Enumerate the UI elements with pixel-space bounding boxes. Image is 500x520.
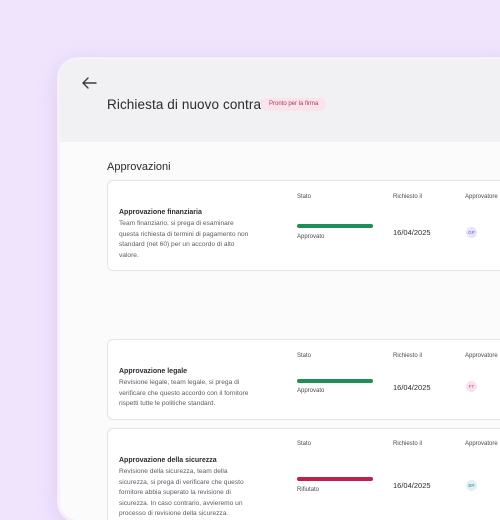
column-header-status: Stato: [297, 194, 312, 200]
column-header-status: Stato: [297, 353, 312, 359]
status-progress-bar: [297, 477, 373, 481]
column-header-requested: Richiesto il: [393, 353, 423, 359]
column-header-status: Stato: [297, 441, 312, 447]
approval-description: Team finanziario, si prega di esaminare …: [119, 220, 249, 259]
page-title: Richiesta di nuovo contratto: [107, 97, 277, 112]
status-label: Rifiutato: [297, 487, 320, 493]
section-title: Approvazioni: [107, 161, 171, 173]
approval-card-security: Approvazione della sicurezza Revisione d…: [107, 428, 500, 520]
requested-date: 16/04/2025: [393, 228, 431, 237]
column-header-requested: Richiesto il: [393, 194, 423, 200]
column-header-approver: Approvatore: [465, 353, 498, 359]
main-content: Approvazioni Approvazione finanziaria Te…: [60, 142, 500, 520]
approval-card-finance: Approvazione finanziaria Team finanziari…: [107, 180, 500, 271]
approval-title: Approvazione legale: [119, 368, 188, 375]
approver-avatar[interactable]: BR: [466, 480, 477, 491]
approver-avatar[interactable]: FT: [466, 381, 477, 392]
status-label: Approvato: [297, 388, 325, 394]
page-header: Richiesta di nuovo contratto Pronto per …: [60, 60, 500, 142]
approval-description: Revisione della sicurezza, team della si…: [119, 468, 244, 518]
approval-title: Approvazione finanziaria: [119, 209, 202, 216]
column-header-requested: Richiesto il: [393, 441, 423, 447]
app-window: Richiesta di nuovo contratto Pronto per …: [60, 60, 500, 520]
status-progress-bar: [297, 379, 373, 383]
column-header-approver: Approvatore: [465, 194, 498, 200]
status-label: Approvato: [297, 234, 325, 240]
requested-date: 16/04/2025: [393, 383, 431, 392]
requested-date: 16/04/2025: [393, 481, 431, 490]
status-badge: Pronto per la firma: [261, 98, 327, 111]
arrow-left-icon: [82, 77, 97, 89]
approval-title: Approvazione della sicurezza: [119, 457, 217, 464]
approval-card-legal: Approvazione legale Revisione legale, te…: [107, 339, 500, 420]
approver-avatar[interactable]: GP: [466, 227, 477, 238]
back-button[interactable]: [80, 76, 98, 90]
status-progress-bar: [297, 224, 373, 228]
approval-description: Revisione legale, team legale, si prega …: [119, 379, 249, 408]
column-header-approver: Approvatore: [465, 441, 498, 447]
